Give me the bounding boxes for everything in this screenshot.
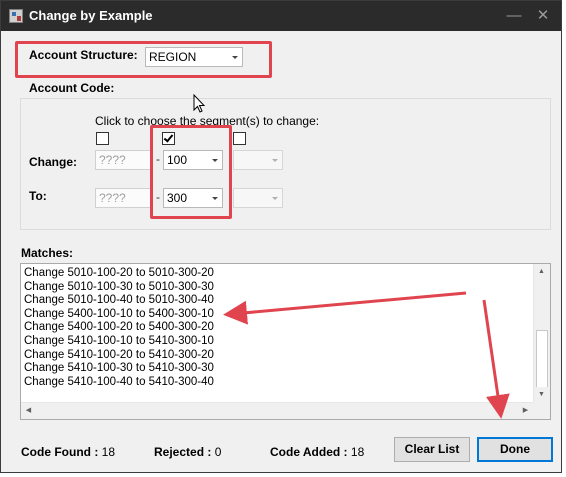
annotation-arrow-icon	[223, 291, 467, 325]
annotation-arrows	[223, 291, 510, 419]
annotation-arrow-icon	[482, 299, 510, 419]
